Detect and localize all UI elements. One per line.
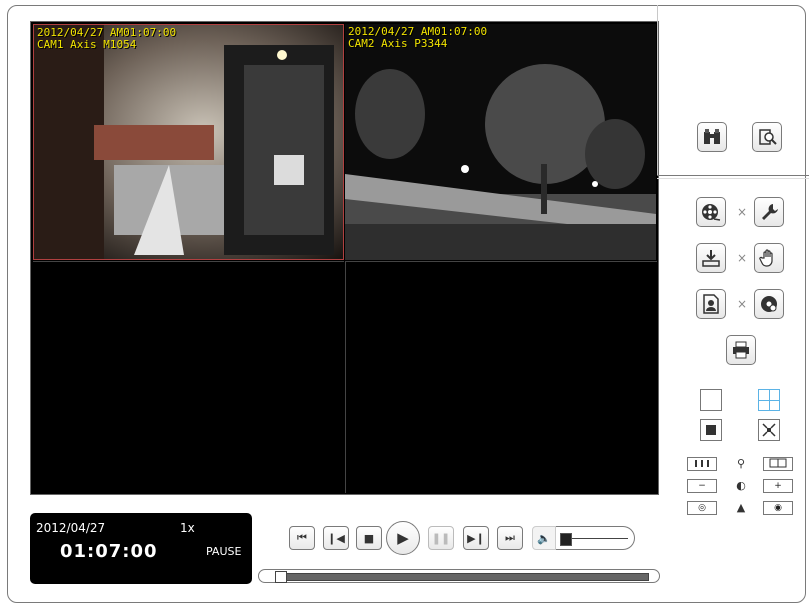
up-triangle-icon: ▲ xyxy=(736,501,746,514)
volume-slider[interactable] xyxy=(556,526,635,550)
pause-button[interactable]: ❚❚ xyxy=(428,526,454,550)
snapshot-button[interactable] xyxy=(696,289,726,319)
focus-near-button[interactable]: ◎ xyxy=(687,501,717,515)
status-state: PAUSE xyxy=(206,545,242,558)
step-back-button[interactable]: ❙◀ xyxy=(323,526,349,550)
camera-1-osd: 2012/04/27 AM01:07:00 CAM1 Axis M1054 xyxy=(37,27,176,51)
skip-end-icon: ⏭ xyxy=(505,531,515,544)
stop-icon: ■ xyxy=(363,531,375,545)
camera-2-image xyxy=(345,24,656,260)
search-binoculars-button[interactable] xyxy=(697,122,727,152)
mute-button[interactable]: 🔈 xyxy=(532,526,556,550)
camera-1-image xyxy=(34,25,343,259)
zoom-in-button[interactable]: + xyxy=(763,479,793,493)
seek-knob[interactable] xyxy=(275,571,287,583)
expand-icon xyxy=(762,423,776,437)
print-button[interactable] xyxy=(726,335,756,365)
zoom-icon: ⚲ xyxy=(736,457,746,470)
step-forward-icon: ▶❙ xyxy=(467,531,485,545)
fullscreen-button[interactable] xyxy=(758,419,780,441)
panel-divider xyxy=(657,5,658,175)
camera-2-osd: 2012/04/27 AM01:07:00 CAM2 Axis P3344 xyxy=(348,26,487,50)
pan-button[interactable] xyxy=(754,243,784,273)
speaker-icon: 🔈 xyxy=(537,531,551,545)
camera-view-3[interactable] xyxy=(33,261,344,493)
zoom-out-button[interactable]: − xyxy=(687,479,717,493)
person-document-icon xyxy=(703,294,719,314)
go-to-start-button[interactable]: ⏮ xyxy=(289,526,315,550)
camera-1-name: CAM1 Axis M1054 xyxy=(37,38,137,51)
focus-far-button[interactable]: ◉ xyxy=(763,501,793,515)
pause-icon: ❚❚ xyxy=(431,531,451,545)
play-icon: ▶ xyxy=(397,529,409,547)
split-view-button[interactable] xyxy=(763,457,793,471)
speedometer-icon: ◐ xyxy=(736,479,746,492)
camera-view-1[interactable]: 2012/04/27 AM01:07:00 CAM1 Axis M1054 xyxy=(33,24,344,260)
stop-button[interactable]: ■ xyxy=(356,526,382,550)
printer-icon xyxy=(733,341,749,359)
timeline-seek-bar[interactable] xyxy=(258,569,660,583)
wrench-icon xyxy=(762,204,778,220)
settings-button[interactable] xyxy=(754,197,784,227)
event-search-button[interactable] xyxy=(752,122,782,152)
status-speed: 1x xyxy=(180,521,195,535)
playback-status-panel: 2012/04/27 1x 01:07:00 PAUSE xyxy=(30,513,252,584)
skip-start-icon: ⏮ xyxy=(297,531,307,544)
audio-level-button[interactable] xyxy=(687,457,717,471)
layout-quad-button[interactable] xyxy=(758,389,780,411)
disc-icon xyxy=(761,296,777,312)
separator-x-3: × xyxy=(737,297,748,311)
status-time: 01:07:00 xyxy=(60,541,158,562)
status-date: 2012/04/27 xyxy=(36,521,106,535)
video-grid: 2012/04/27 AM01:07:00 CAM1 Axis M1054 20… xyxy=(30,21,659,495)
step-forward-button[interactable]: ▶❙ xyxy=(463,526,489,550)
layout-single-button[interactable] xyxy=(700,389,722,411)
binoculars-icon xyxy=(704,129,720,144)
hand-icon xyxy=(759,249,773,267)
step-back-icon: ❙◀ xyxy=(327,531,345,545)
camera-view-4[interactable] xyxy=(345,261,657,493)
fit-icon xyxy=(706,425,716,435)
seek-track xyxy=(279,573,649,581)
separator-x-2: × xyxy=(737,251,748,265)
fit-screen-button[interactable] xyxy=(700,419,722,441)
right-panel-separator xyxy=(657,175,809,179)
magnifier-document-icon xyxy=(759,129,777,145)
split-icon xyxy=(769,458,787,468)
separator-x-1: × xyxy=(737,205,748,219)
camera-2-name: CAM2 Axis P3344 xyxy=(348,37,448,50)
level-bars-icon xyxy=(695,460,709,467)
play-button[interactable]: ▶ xyxy=(386,521,420,555)
film-reel-icon xyxy=(702,204,721,221)
volume-knob[interactable] xyxy=(560,533,572,546)
backup-disc-button[interactable] xyxy=(754,289,784,319)
export-button[interactable] xyxy=(696,243,726,273)
camera-view-2[interactable]: 2012/04/27 AM01:07:00 CAM2 Axis P3344 xyxy=(345,24,656,260)
download-tray-icon xyxy=(702,250,720,267)
playback-mode-button[interactable] xyxy=(696,197,726,227)
go-to-end-button[interactable]: ⏭ xyxy=(497,526,523,550)
